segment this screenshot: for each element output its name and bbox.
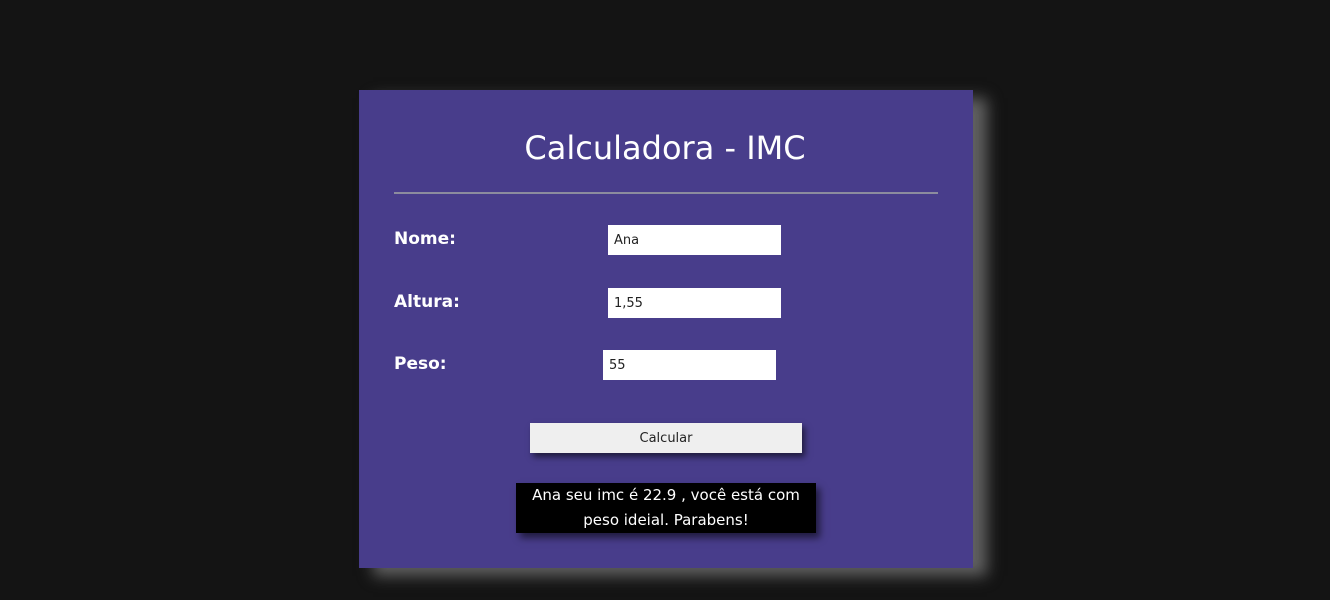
altura-label: Altura: xyxy=(394,292,460,312)
result-message: Ana seu imc é 22.9 , você está com peso … xyxy=(516,483,816,533)
nome-input[interactable] xyxy=(608,225,781,255)
title-divider xyxy=(394,192,938,194)
nome-label: Nome: xyxy=(394,229,456,249)
peso-label: Peso: xyxy=(394,354,447,374)
calcular-button[interactable]: Calcular xyxy=(530,423,802,453)
peso-input[interactable] xyxy=(603,350,776,380)
page-title: Calculadora - IMC xyxy=(524,129,806,167)
altura-input[interactable] xyxy=(608,288,781,318)
